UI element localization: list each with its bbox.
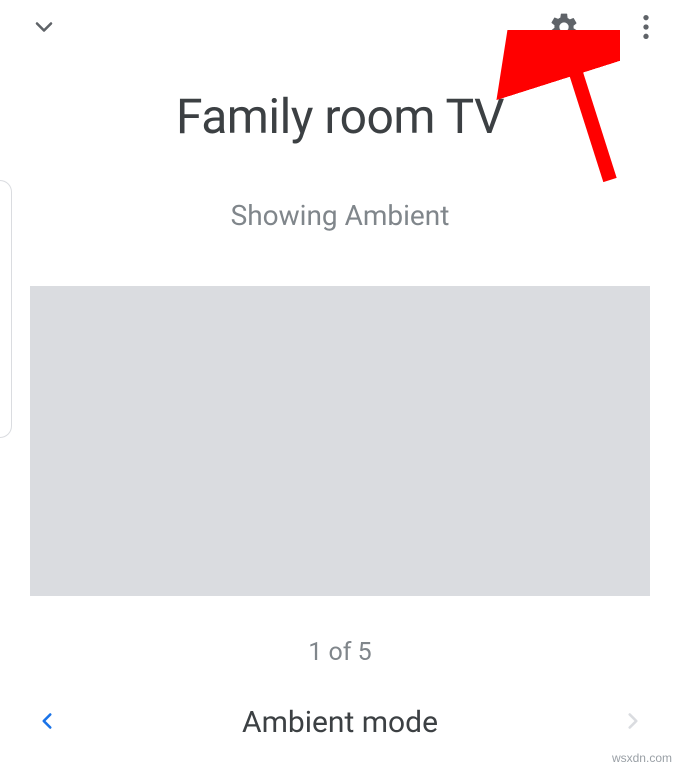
- back-chevron-icon[interactable]: [30, 13, 58, 45]
- mode-row: Ambient mode: [0, 705, 680, 740]
- watermark: wsxdn.com: [612, 751, 672, 765]
- gear-icon[interactable]: [548, 11, 580, 47]
- more-vert-icon[interactable]: [630, 11, 662, 47]
- chevron-left-icon[interactable]: [34, 708, 60, 738]
- ambient-preview[interactable]: [30, 286, 650, 596]
- side-handle: [0, 180, 12, 438]
- mode-label: Ambient mode: [60, 705, 620, 740]
- page-title: Family room TV: [0, 88, 680, 145]
- status-subtitle: Showing Ambient: [0, 199, 680, 232]
- top-bar-actions: [548, 11, 662, 47]
- top-bar: [0, 0, 680, 50]
- chevron-right-icon[interactable]: [620, 708, 646, 738]
- pager-text: 1 of 5: [0, 638, 680, 667]
